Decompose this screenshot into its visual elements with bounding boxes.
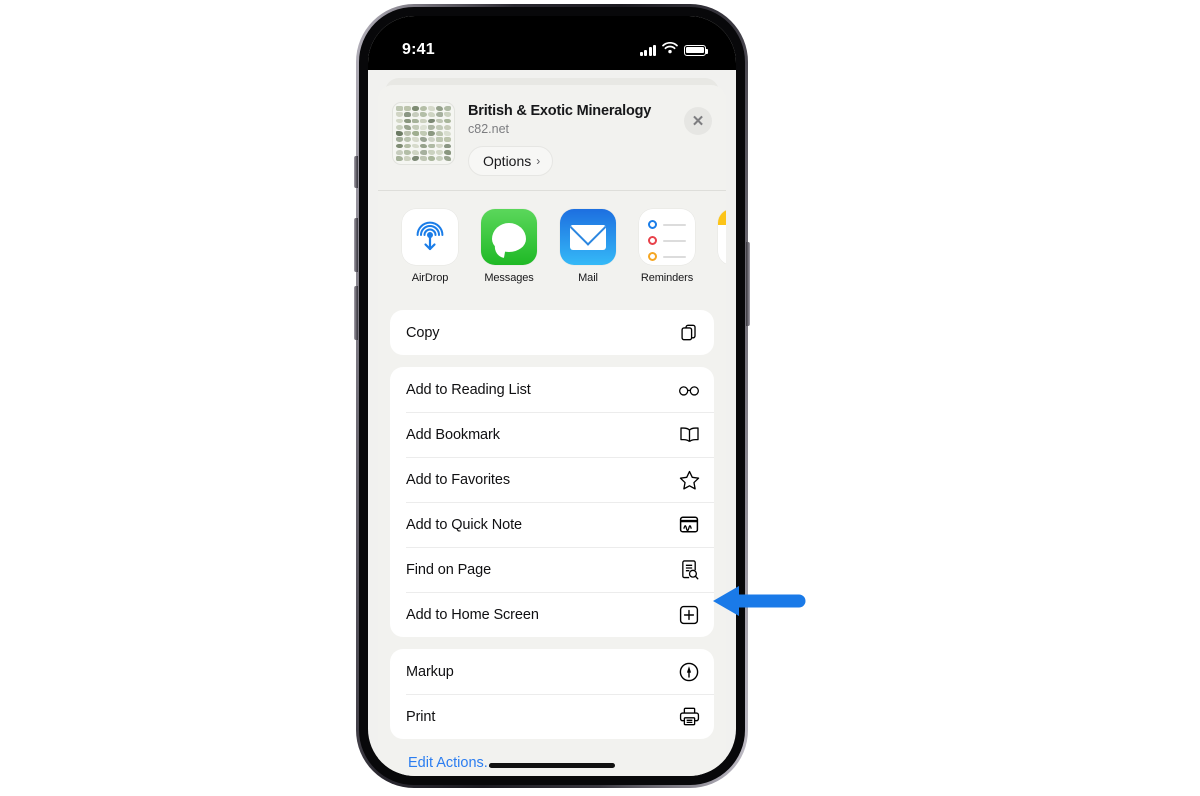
share-target-label: Reminders — [640, 272, 694, 284]
messages-icon — [481, 209, 537, 265]
action-row-copy[interactable]: Copy — [390, 310, 714, 355]
chevron-right-icon: › — [536, 154, 541, 168]
share-target-label: Mail — [578, 272, 598, 284]
device-screen: 9:41 British & Exotic Mineralogy c82.net… — [368, 16, 736, 776]
star-icon — [678, 469, 700, 491]
find-page-icon — [678, 559, 700, 581]
website-preview-thumbnail — [392, 102, 455, 165]
action-label: Markup — [406, 663, 454, 680]
share-target-label: AirDrop — [411, 272, 449, 284]
options-button[interactable]: Options › — [468, 146, 554, 176]
action-label: Print — [406, 708, 436, 725]
action-label: Copy — [406, 324, 440, 341]
share-targets-row[interactable]: AirDrop Messages Mail Reminders — [378, 191, 726, 298]
markup-icon — [678, 661, 700, 683]
share-sheet-header: British & Exotic Mineralogy c82.net Opti… — [378, 85, 726, 190]
dynamic-island — [492, 25, 612, 55]
notes-icon — [718, 209, 726, 265]
action-label: Add to Quick Note — [406, 516, 522, 533]
status-bar-indicators — [639, 41, 709, 59]
status-bar-time: 9:41 — [402, 41, 435, 58]
copy-icon — [678, 322, 700, 344]
battery-full-icon — [684, 44, 709, 56]
share-target-mail[interactable]: Mail — [558, 209, 618, 284]
share-target-reminders[interactable]: Reminders — [637, 209, 697, 284]
action-row-add-to-home-screen[interactable]: Add to Home Screen — [390, 592, 714, 637]
action-row-markup[interactable]: Markup — [390, 649, 714, 694]
action-label: Add to Home Screen — [406, 606, 539, 623]
action-row-add-to-quick-note[interactable]: Add to Quick Note — [390, 502, 714, 547]
page-title: British & Exotic Mineralogy — [468, 103, 652, 119]
book-icon — [678, 424, 700, 446]
cellular-bars-icon — [639, 44, 656, 56]
action-row-add-bookmark[interactable]: Add Bookmark — [390, 412, 714, 457]
page-url: c82.net — [468, 122, 510, 136]
share-target-notes[interactable] — [716, 209, 726, 284]
volume-down-button[interactable] — [354, 286, 358, 340]
action-label: Add Bookmark — [406, 426, 500, 443]
share-sheet: British & Exotic Mineralogy c82.net Opti… — [378, 85, 726, 776]
action-row-add-to-favorites[interactable]: Add to Favorites — [390, 457, 714, 502]
left-pointing-arrow — [711, 583, 806, 624]
share-target-airdrop[interactable]: AirDrop — [400, 209, 460, 284]
iphone-device-frame: 9:41 British & Exotic Mineralogy c82.net… — [354, 4, 750, 788]
action-group-3: Markup Print — [390, 649, 714, 739]
home-indicator[interactable] — [489, 763, 615, 768]
action-group-2: Add to Reading List Add Bookmark Add to … — [390, 367, 714, 637]
close-icon[interactable]: ✕ — [684, 107, 712, 135]
printer-icon — [678, 706, 700, 728]
action-row-print[interactable]: Print — [390, 694, 714, 739]
airdrop-icon — [402, 209, 458, 265]
silent-switch-button[interactable] — [354, 156, 358, 188]
action-label: Add to Reading List — [406, 381, 531, 398]
mail-icon — [560, 209, 616, 265]
quick-note-icon — [678, 514, 700, 536]
options-button-label: Options — [483, 153, 532, 169]
action-group-1: Copy — [390, 310, 714, 355]
share-target-messages[interactable]: Messages — [479, 209, 539, 284]
action-row-find-on-page[interactable]: Find on Page — [390, 547, 714, 592]
volume-up-button[interactable] — [354, 218, 358, 272]
action-row-add-to-reading-list[interactable]: Add to Reading List — [390, 367, 714, 412]
power-button[interactable] — [746, 242, 750, 326]
edit-actions-label: Edit Actions... — [408, 755, 496, 771]
share-target-label: Messages — [484, 272, 534, 284]
screenshot-canvas: 9:41 British & Exotic Mineralogy c82.net… — [0, 0, 1200, 796]
action-label: Add to Favorites — [406, 471, 510, 488]
device-bezel: 9:41 British & Exotic Mineralogy c82.net… — [359, 7, 745, 785]
reminders-icon — [639, 209, 695, 265]
glasses-icon — [678, 379, 700, 401]
wifi-icon — [662, 41, 678, 59]
share-sheet-header-text: British & Exotic Mineralogy c82.net Opti… — [455, 102, 712, 176]
action-groups: Copy Add to Reading List Add Bookmark Ad… — [378, 310, 726, 771]
action-label: Find on Page — [406, 561, 492, 578]
plus-square-icon — [678, 604, 700, 626]
